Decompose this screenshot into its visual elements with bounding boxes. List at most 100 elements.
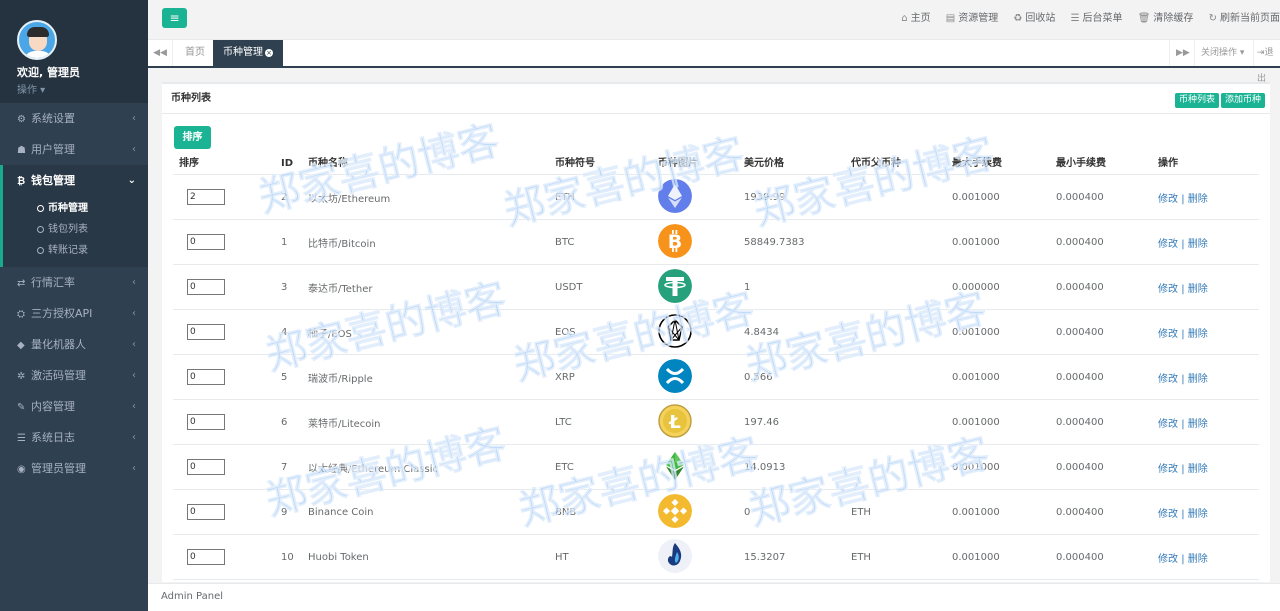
id-cell: 1 (281, 219, 308, 265)
symbol-cell: HT (555, 534, 658, 580)
usd-price-cell: 0 (744, 489, 851, 535)
usdt-logo-icon (658, 268, 692, 303)
menu-toggle-button[interactable]: ≡ (162, 8, 187, 28)
min-fee-cell: 0.000400 (1056, 219, 1158, 265)
name-cell: 比特币/Bitcoin (308, 219, 555, 265)
separator: | (1181, 328, 1185, 340)
name-cell: 以太坊/Ethereum (308, 174, 555, 220)
sidebar-item-wallet-management[interactable]: ₿ 钱包管理 ⌄ (0, 165, 148, 196)
sort-input[interactable] (187, 504, 225, 520)
sort-input[interactable] (187, 414, 225, 430)
coin-list-button[interactable]: 币种列表 (1175, 93, 1220, 108)
sort-input[interactable] (187, 324, 225, 340)
btc-logo-icon: B (658, 223, 692, 258)
recycle-bin-link[interactable]: ♻ 回收站 (1013, 13, 1055, 24)
admin-menu-link[interactable]: ☰ 后台菜单 (1071, 13, 1123, 24)
chevron-left-icon: ‹ (132, 370, 136, 381)
edit-link[interactable]: 修改 (1158, 284, 1178, 295)
sort-input[interactable] (187, 459, 225, 475)
chevron-left-icon: ‹ (132, 144, 136, 155)
delete-link[interactable]: 删除 (1188, 284, 1208, 295)
separator: | (1181, 238, 1185, 250)
resource-management-link[interactable]: ▤ 资源管理 (946, 13, 998, 24)
sort-input[interactable] (187, 189, 225, 205)
coin-image-cell (658, 534, 744, 580)
sidebar-item-content-management[interactable]: ✎ 内容管理 ‹ (0, 391, 148, 422)
sidebar-subitem-wallet-list[interactable]: 钱包列表 (3, 219, 148, 240)
edit-link[interactable]: 修改 (1158, 509, 1178, 520)
edit-link[interactable]: 修改 (1158, 374, 1178, 385)
tab-home[interactable]: 首页 (175, 40, 215, 66)
home-link[interactable]: ⌂ 主页 (901, 13, 930, 24)
col-image: 币种图片 (658, 154, 744, 175)
table-row: 10Huobi TokenHT 15.3207ETH0.0010000.00040… (173, 534, 1259, 580)
max-fee-cell: 0.001000 (952, 309, 1056, 355)
avatar[interactable] (17, 20, 57, 60)
delete-link[interactable]: 删除 (1188, 374, 1208, 385)
tabs-scroll-left-button[interactable]: ◀◀ (148, 40, 173, 66)
add-coin-button[interactable]: 添加币种 (1221, 93, 1266, 108)
sort-cell (173, 489, 281, 535)
sort-input[interactable] (187, 279, 225, 295)
tab-coin-management[interactable]: 币种管理 × (213, 40, 283, 66)
edit-link[interactable]: 修改 (1158, 239, 1178, 250)
sidebar-item-user-management[interactable]: ☗ 用户管理 ‹ (0, 134, 148, 165)
sidebar-subitem-coin-management[interactable]: 币种管理 (3, 198, 148, 219)
sort-input[interactable] (187, 234, 225, 250)
close-operations-dropdown[interactable]: 关闭操作 ▾ (1194, 40, 1250, 66)
close-icon[interactable]: × (265, 49, 273, 57)
symbol-cell: LTC (555, 399, 658, 445)
col-parent-coin: 代币父币种 (851, 154, 952, 175)
table-row: 3泰达币/TetherUSDT 1 0.0000000.000400修改 | 删除 (173, 264, 1259, 310)
delete-link[interactable]: 删除 (1188, 419, 1208, 430)
clear-cache-link[interactable]: 🗑 清除缓存 (1138, 13, 1194, 24)
sidebar-item-admin-management[interactable]: ◉ 管理员管理 ‹ (0, 453, 148, 484)
id-cell: 7 (281, 444, 308, 490)
sidebar-nav: ⚙ 系统设置 ‹ ☗ 用户管理 ‹ ₿ 钱包管理 ⌄ 币种管理 钱包列表 转账记录 ⇄ 行情汇… (0, 103, 148, 484)
separator: | (1181, 508, 1185, 520)
usd-price-cell: 197.46 (744, 399, 851, 445)
delete-link[interactable]: 删除 (1188, 194, 1208, 205)
name-cell: 以太经典/Ethereum Classic (308, 444, 555, 490)
delete-link[interactable]: 删除 (1188, 554, 1208, 565)
delete-link[interactable]: 删除 (1188, 464, 1208, 475)
name-cell: 莱特币/Litecoin (308, 399, 555, 445)
sidebar-item-activation-codes[interactable]: ✲ 激活码管理 ‹ (0, 360, 148, 391)
max-fee-cell: 0.001000 (952, 354, 1056, 400)
refresh-page-link[interactable]: ↻ 刷新当前页面 (1209, 13, 1280, 24)
symbol-cell: XRP (555, 354, 658, 400)
double-right-icon: ▶▶ (1176, 48, 1190, 58)
sort-input[interactable] (187, 369, 225, 385)
max-fee-cell: 0.001000 (952, 444, 1056, 490)
edit-link[interactable]: 修改 (1158, 194, 1178, 205)
sort-input[interactable] (187, 549, 225, 565)
edit-link[interactable]: 修改 (1158, 329, 1178, 340)
logout-button[interactable]: ⇥退出 (1253, 40, 1280, 84)
user-circle-icon: ◉ (17, 464, 26, 475)
edit-link[interactable]: 修改 (1158, 554, 1178, 565)
coin-list-panel: 币种列表 币种列表 添加币种 排序 排序 ID 币种名称 币种符号 币种图片 美… (162, 82, 1270, 582)
delete-link[interactable]: 删除 (1188, 509, 1208, 520)
sidebar-item-market-rates[interactable]: ⇄ 行情汇率 ‹ (0, 267, 148, 298)
sidebar-subitem-transfer-records[interactable]: 转账记录 (3, 240, 148, 261)
name-cell: 瑞波币/Ripple (308, 354, 555, 400)
profile-operation-dropdown[interactable]: 操作 ▾ (17, 81, 148, 96)
delete-link[interactable]: 删除 (1188, 329, 1208, 340)
logout-icon: ⇥ (1257, 48, 1265, 58)
sidebar-item-system-logs[interactable]: ☰ 系统日志 ‹ (0, 422, 148, 453)
tabs-scroll-right-button[interactable]: ▶▶ (1169, 40, 1194, 66)
sidebar-item-quant-robot[interactable]: ◆ 量化机器人 ‹ (0, 329, 148, 360)
min-fee-cell: 0.000400 (1056, 399, 1158, 445)
list-icon: ☰ (1070, 13, 1080, 24)
actions-cell: 修改 | 删除 (1158, 354, 1259, 400)
delete-link[interactable]: 删除 (1188, 239, 1208, 250)
top-links: ⌂ 主页 ▤ 资源管理 ♻ 回收站 ☰ 后台菜单 🗑 清除缓存 ↻ 刷新当前页面 (901, 0, 1280, 38)
sidebar-item-third-party-api[interactable]: ⛭ 三方授权API ‹ (0, 298, 148, 329)
edit-link[interactable]: 修改 (1158, 419, 1178, 430)
actions-cell: 修改 | 删除 (1158, 264, 1259, 310)
sidebar-item-system-settings[interactable]: ⚙ 系统设置 ‹ (0, 103, 148, 134)
table-header-row: 排序 ID 币种名称 币种符号 币种图片 美元价格 代币父币种 最大手续费 最小… (173, 154, 1259, 175)
sort-button[interactable]: 排序 (174, 126, 211, 149)
edit-link[interactable]: 修改 (1158, 464, 1178, 475)
key-icon: ✲ (17, 371, 26, 382)
